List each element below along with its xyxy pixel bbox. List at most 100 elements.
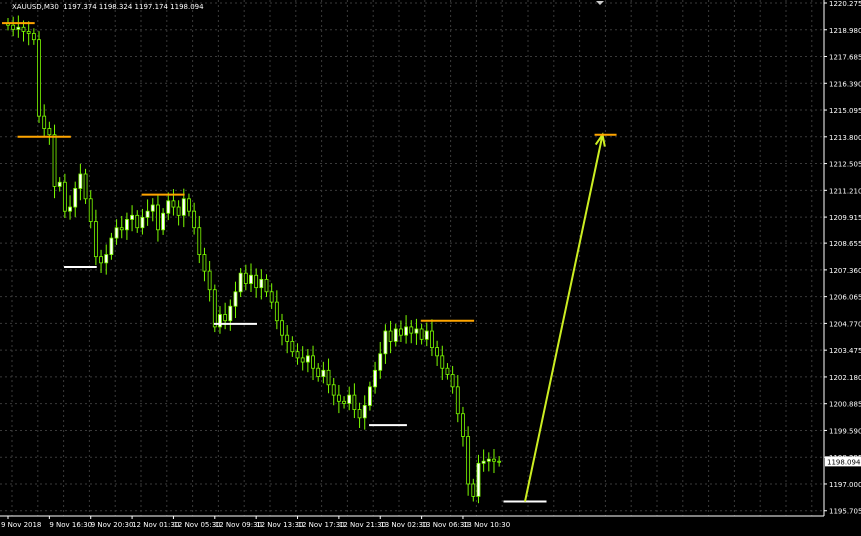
candle-body: [476, 462, 481, 497]
candle-body: [362, 405, 367, 419]
time-tick-label: 9 Nov 2018: [1, 521, 41, 529]
candle-body: [243, 272, 248, 284]
price-tick-label: 1212.505: [829, 161, 861, 169]
candle-body: [295, 351, 300, 359]
candle-body: [414, 328, 419, 334]
candle-body: [135, 214, 140, 229]
candle-body: [119, 227, 124, 231]
candle-body: [156, 204, 160, 231]
candle-body: [109, 237, 114, 255]
candle-body: [93, 221, 98, 258]
candle-body: [233, 291, 238, 307]
candle-body: [409, 326, 414, 334]
time-tick-label: 13 Nov 02:30: [380, 521, 427, 529]
time-tick-label: 12 Nov 17:30: [298, 521, 345, 529]
candle-body: [99, 256, 103, 264]
chart-area[interactable]: XAUUSD,M30 1197.374 1198.324 1197.174 11…: [0, 0, 861, 532]
candle-body: [342, 400, 346, 404]
candle-body: [440, 355, 445, 369]
candle-body: [336, 394, 341, 402]
price-tick-label: 1209.915: [829, 214, 861, 222]
price-tick-label: 1213.800: [829, 134, 861, 142]
candle-body: [352, 394, 357, 410]
candle-body: [445, 367, 450, 375]
candle-body: [207, 270, 212, 291]
candle-body: [497, 460, 502, 463]
candle-body: [88, 198, 93, 222]
candle-body: [259, 278, 264, 289]
candle-body: [264, 278, 269, 293]
price-tick-label: 1204.770: [829, 320, 861, 328]
candle-body: [62, 181, 67, 212]
price-tick-label: 1217.685: [829, 54, 861, 62]
price-tick-label: 1218.980: [829, 27, 861, 35]
candle-body: [114, 227, 119, 239]
candle-body: [269, 291, 274, 303]
candle-body: [404, 326, 408, 336]
price-tick-label: 1199.590: [829, 427, 861, 435]
candle-body: [254, 274, 259, 289]
candle-body: [290, 340, 295, 353]
candle-body: [31, 33, 36, 41]
time-tick-label: 12 Nov 01:30: [132, 521, 179, 529]
candle-body: [16, 26, 21, 30]
candle-body: [316, 367, 321, 377]
ohlc-readout: 1197.374 1198.324 1197.174 1198.094: [63, 3, 204, 11]
candle-body: [388, 330, 393, 342]
time-tick-label: 12 Nov 13:30: [256, 521, 303, 529]
candle-body: [285, 334, 290, 342]
candle-body: [466, 436, 471, 485]
candle-body: [373, 369, 377, 388]
candle-body: [357, 409, 362, 419]
candle-body: [197, 227, 202, 255]
price-tick-label: 1202.180: [829, 374, 861, 382]
candle-body: [187, 198, 191, 212]
candle-body: [367, 386, 372, 406]
candle-body: [140, 216, 145, 229]
candle-body: [399, 328, 403, 336]
candle-body: [424, 330, 429, 340]
candle-body: [125, 219, 129, 231]
candle-body: [37, 39, 41, 117]
candle-body: [83, 173, 88, 200]
candle-body: [311, 355, 315, 369]
price-tick-label: 1208.655: [829, 240, 861, 248]
candle-body: [280, 320, 284, 336]
price-tick-label: 1207.360: [829, 267, 861, 275]
time-tick-label: 13 Nov 06:30: [422, 521, 469, 529]
price-tick-label: 1203.475: [829, 347, 861, 355]
candle-body: [166, 200, 171, 214]
time-tick-label: 13 Nov 10:30: [463, 521, 510, 529]
candle-body: [471, 483, 476, 497]
candle-body: [47, 128, 52, 136]
candle-body: [181, 198, 186, 216]
candle-body: [73, 188, 78, 208]
candle-body: [238, 272, 243, 293]
candle-body: [145, 210, 150, 218]
candle-body: [42, 115, 47, 129]
candle-body: [161, 212, 166, 231]
time-tick-label: 12 Nov 09:30: [215, 521, 262, 529]
candle-body: [21, 26, 26, 32]
candle-body: [331, 384, 336, 396]
candle-body: [481, 460, 486, 464]
candle-body: [393, 328, 398, 342]
candle-body: [274, 301, 279, 322]
chart-background: [0, 0, 861, 532]
price-tick-label: 1215.095: [829, 107, 861, 115]
time-tick-label: 12 Nov 05:30: [173, 521, 220, 529]
price-tick-label: 1206.065: [829, 294, 861, 302]
candle-body: [430, 330, 434, 348]
time-tick-label: 9 Nov 16:30: [49, 521, 92, 529]
price-chart[interactable]: 1220.275 1218.980 1217.685 1216.390 1215.095…: [0, 0, 861, 532]
candle-body: [130, 214, 134, 220]
candle-body: [383, 330, 388, 355]
price-tick-label: 1200.885: [829, 401, 861, 409]
time-tick-label: 9 Nov 20:30: [91, 521, 134, 529]
candle-body: [78, 173, 83, 189]
candle-body: [223, 314, 228, 322]
candle-body: [26, 31, 31, 34]
candle-body: [249, 274, 253, 284]
price-tick-label: 1211.210: [829, 187, 861, 195]
candle-body: [212, 289, 217, 328]
